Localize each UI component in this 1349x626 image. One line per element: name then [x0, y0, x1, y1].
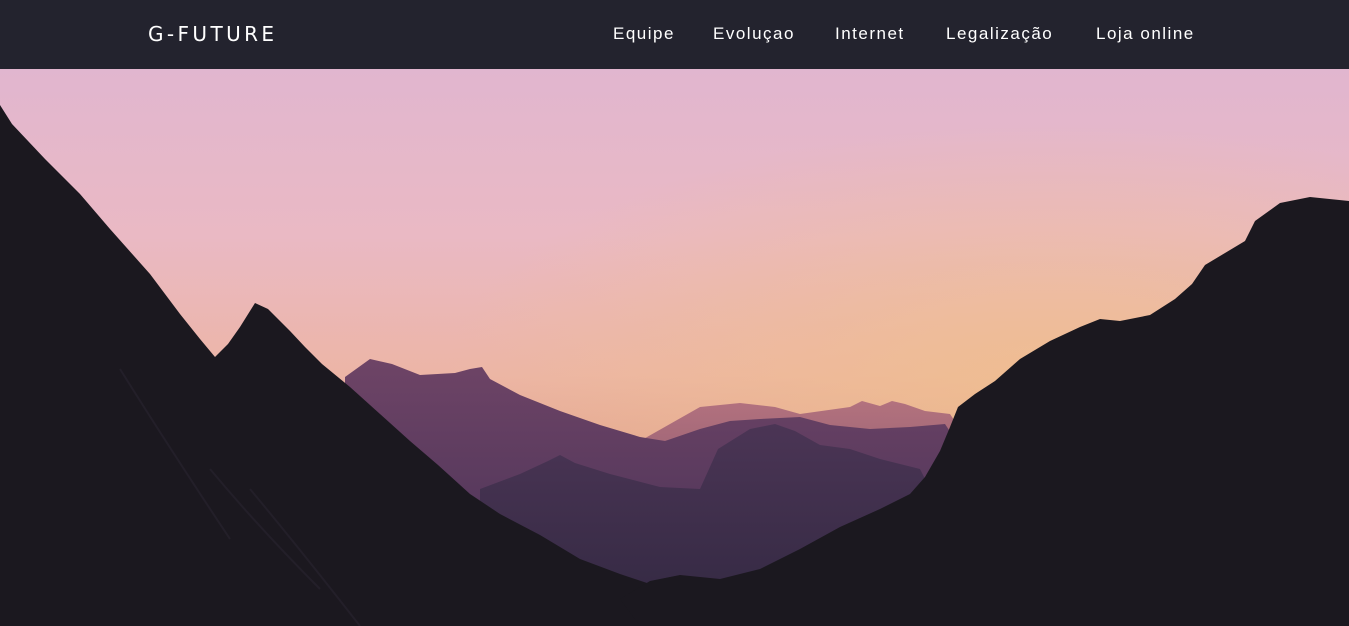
nav-link-evolucao[interactable]: Evoluçao: [713, 22, 795, 46]
mountain-valley-sunset-image: [0, 69, 1349, 626]
hero-banner: [0, 69, 1349, 626]
main-navigation: Equipe Evoluçao Internet Legalização Loj…: [0, 22, 1349, 46]
nav-link-legalizacao[interactable]: Legalização: [946, 22, 1053, 46]
nav-link-loja-online[interactable]: Loja online: [1096, 22, 1195, 46]
top-navbar: G-FUTURE Equipe Evoluçao Internet Legali…: [0, 0, 1349, 69]
nav-link-internet[interactable]: Internet: [835, 22, 905, 46]
nav-link-equipe[interactable]: Equipe: [613, 22, 675, 46]
